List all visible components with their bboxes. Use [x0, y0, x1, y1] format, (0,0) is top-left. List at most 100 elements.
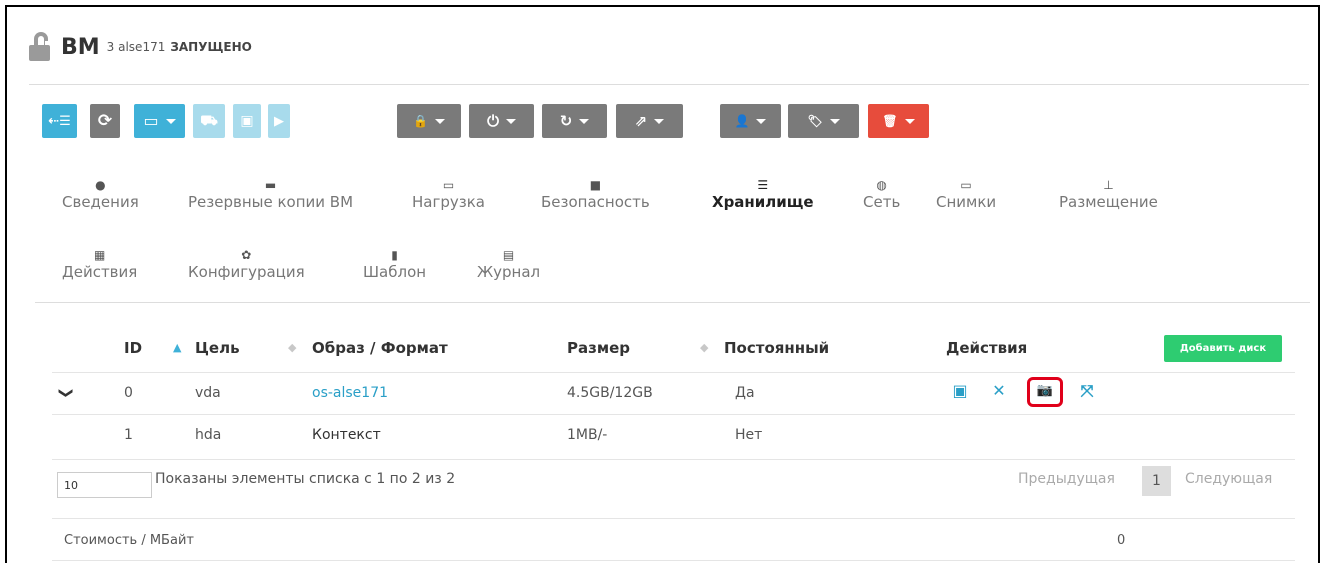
tab-log[interactable]: ▤ Журнал [477, 247, 540, 281]
disk-target: vda [195, 385, 221, 401]
prev-page-link[interactable]: Предыдущая [1018, 471, 1115, 487]
chevron-down-icon [165, 118, 176, 124]
col-size-header[interactable]: Размер [567, 339, 630, 357]
tab-info[interactable]: ● Сведения [62, 177, 139, 211]
lock-icon: 🔒 [413, 114, 428, 128]
back-to-list-button[interactable]: ⇠☰ [42, 104, 77, 138]
tab-configuration[interactable]: ✿ Конфигурация [188, 247, 305, 281]
save-icon: ▣ [240, 113, 254, 129]
tab-label: Нагрузка [412, 193, 485, 211]
chevron-down-icon [434, 118, 445, 124]
chevron-down-icon[interactable]: ❯ [58, 387, 74, 399]
vm-id-name: 3 alse171 [106, 40, 166, 54]
lock-icon: ■ [589, 178, 602, 192]
tab-template[interactable]: ▮ Шаблон [363, 247, 426, 281]
disk-image-link[interactable]: os-alse171 [312, 385, 388, 401]
add-disk-button[interactable]: Добавить диск [1164, 335, 1282, 362]
chevron-down-icon [654, 118, 665, 124]
tab-backups[interactable]: ▬ Резервные копии ВМ [188, 177, 353, 211]
table-row: 1 hda Контекст 1MB/- Нет [52, 414, 1295, 456]
cart-icon: ⛟ [200, 113, 218, 129]
deploy-button[interactable]: ⛟ [193, 104, 225, 138]
monitor-icon: ▭ [143, 111, 159, 130]
vm-state: ЗАПУЩЕНО [170, 40, 252, 54]
col-image-header[interactable]: Образ / Формат [312, 339, 448, 357]
vm-panel: ВМ 3 alse171 ЗАПУЩЕНО ⇠☰ ⟳ ▭ ⛟ ▣ ▶ 🔒 ⏻ ↻ [5, 5, 1320, 563]
table-row: ❯ 0 vda os-alse171 4.5GB/12GB Да ▣ ✕ 📷 ⤧ [52, 372, 1295, 414]
power-dropdown-button[interactable]: ⏻ [469, 104, 534, 138]
tab-label: Размещение [1059, 193, 1158, 211]
tab-label: Действия [62, 263, 138, 281]
tab-placement[interactable]: ⊥ Размещение [1059, 177, 1158, 211]
tab-capacity[interactable]: ▭ Нагрузка [412, 177, 485, 211]
sitemap-icon: ⊥ [1103, 178, 1114, 192]
vm-header: ВМ 3 alse171 ЗАПУЩЕНО [29, 29, 252, 65]
vnc-dropdown-button[interactable]: ▭ [134, 104, 185, 138]
disk-id: 1 [124, 427, 133, 443]
tab-label: Сеть [863, 193, 901, 211]
col-persistent-header[interactable]: Постоянный [724, 339, 829, 357]
chevron-down-icon [829, 118, 840, 124]
col-id-header[interactable]: ID [124, 339, 142, 357]
file-text-icon: ▤ [502, 248, 515, 262]
chevron-down-icon [756, 118, 767, 124]
tab-network[interactable]: ◍ Сеть [863, 177, 900, 211]
tags-icon: 🏷 [807, 114, 823, 128]
refresh-icon: ⟳ [97, 110, 113, 131]
expand-icon[interactable]: ⤧ [1077, 381, 1097, 401]
tab-snapshots[interactable]: ▭ Снимки [936, 177, 996, 211]
resume-button[interactable]: ▶ [268, 104, 290, 138]
tab-label: Резервные копии ВМ [188, 193, 354, 211]
save-icon[interactable]: ▣ [950, 381, 970, 400]
refresh-button[interactable]: ⟳ [90, 104, 120, 138]
power-icon: ⏻ [487, 111, 499, 130]
tab-label: Сведения [62, 193, 139, 211]
disk-persistent: Да [735, 385, 755, 401]
page-number[interactable]: 1 [1142, 466, 1171, 496]
labels-dropdown-button[interactable]: 🏷 [788, 104, 859, 138]
tab-actions[interactable]: ▦ Действия [62, 247, 137, 281]
disk-persistent: Нет [735, 427, 763, 443]
tab-label: Журнал [477, 263, 541, 281]
restart-dropdown-button[interactable]: ↻ [542, 104, 607, 138]
delete-dropdown-button[interactable]: 🗑 [868, 104, 929, 138]
tab-storage[interactable]: ☰ Хранилище [712, 177, 814, 211]
sort-both-icon: ◆ [288, 341, 297, 354]
chevron-down-icon [904, 118, 915, 124]
share-icon: ⇗ [634, 111, 648, 130]
tab-label: Шаблон [363, 263, 427, 281]
info-icon: ● [95, 178, 106, 192]
col-target-header[interactable]: Цель [195, 339, 240, 357]
chevron-down-icon [505, 118, 516, 124]
page-length-select[interactable]: 10 [57, 472, 152, 498]
migrate-dropdown-button[interactable]: ⇗ [616, 104, 683, 138]
restart-icon: ↻ [559, 111, 573, 130]
tab-label: Хранилище [712, 193, 814, 211]
tab-label: Снимки [936, 193, 997, 211]
lock-dropdown-button[interactable]: 🔒 [397, 104, 461, 138]
archive-icon: ▬ [264, 178, 277, 192]
calendar-icon: ▦ [93, 248, 106, 262]
tab-label: Безопасность [541, 193, 650, 211]
cost-label: Стоимость / МБайт [64, 533, 194, 548]
save-vm-button[interactable]: ▣ [233, 104, 261, 138]
file-icon: ▮ [391, 248, 398, 262]
tab-security[interactable]: ■ Безопасность [541, 177, 650, 211]
laptop-icon: ▭ [442, 178, 455, 192]
next-page-link[interactable]: Следующая [1185, 471, 1272, 487]
lock-open-icon [29, 32, 55, 62]
owner-dropdown-button[interactable]: 👤 [720, 104, 781, 138]
globe-icon: ◍ [876, 178, 887, 192]
sort-asc-icon: ▲ [173, 341, 182, 354]
table-header: ID ▲ Цель ◆ Образ / Формат Размер ◆ Пост… [52, 327, 1295, 372]
camera-icon[interactable]: 📷 [1035, 383, 1055, 398]
table-info: Показаны элементы списка с 1 по 2 из 2 [155, 471, 456, 487]
trash-icon: 🗑 [882, 114, 898, 128]
page-title: ВМ [61, 34, 100, 60]
gear-icon: ✿ [241, 248, 252, 262]
close-icon[interactable]: ✕ [989, 381, 1009, 400]
chevron-down-icon [579, 118, 590, 124]
disk-id: 0 [124, 385, 133, 401]
laptop-icon: ▭ [960, 178, 972, 192]
col-actions-header: Действия [946, 339, 1028, 357]
